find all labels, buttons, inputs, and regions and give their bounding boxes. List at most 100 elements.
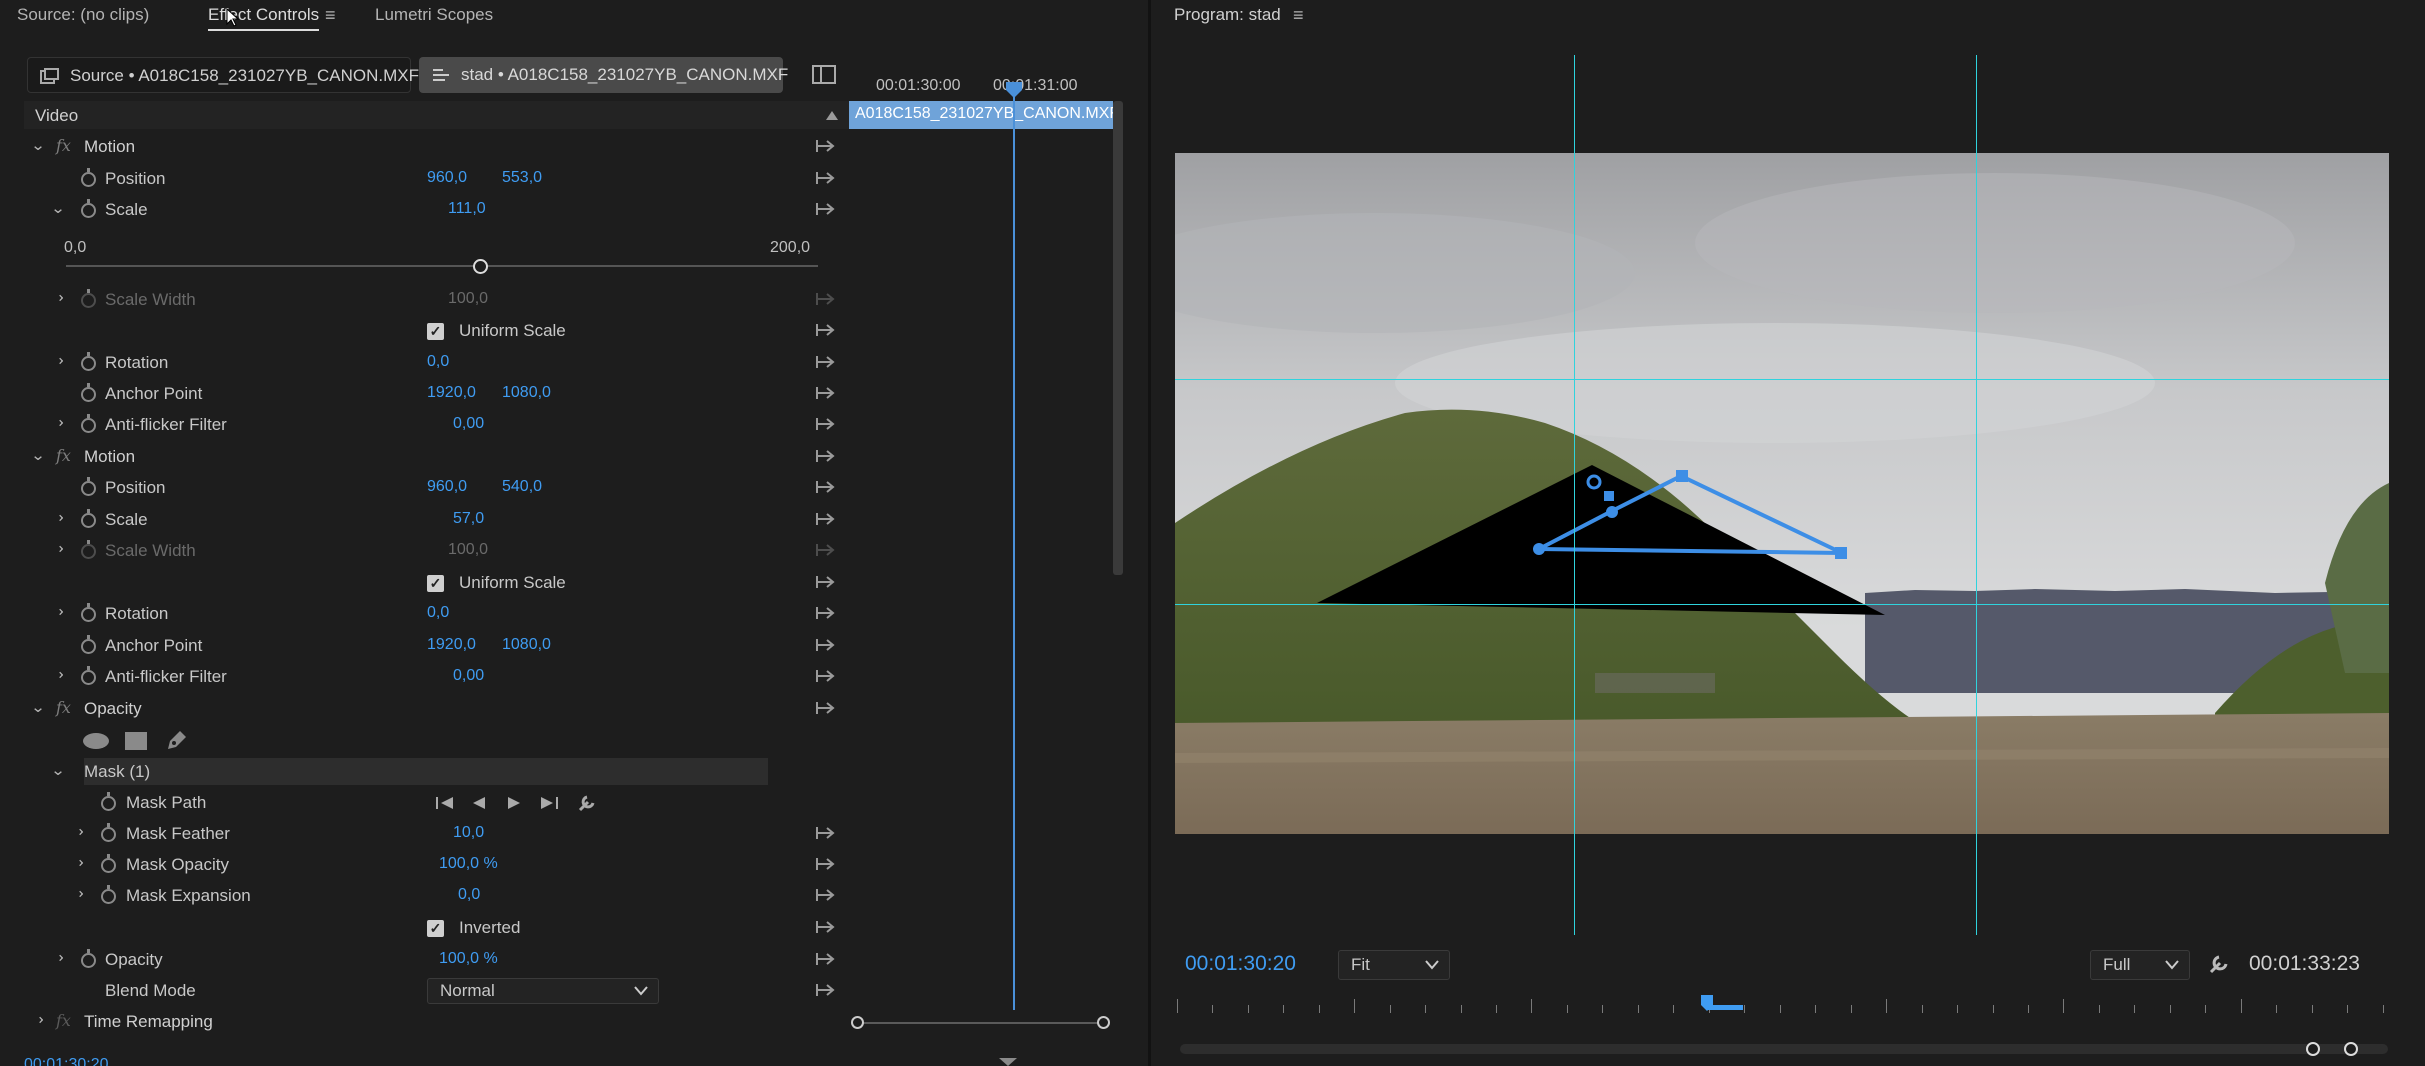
program-monitor-title[interactable]: Program: stad (1174, 5, 1281, 25)
motion-effect-row[interactable]: ⌄ fx Motion (24, 131, 848, 162)
reset-icon[interactable] (813, 824, 837, 842)
program-video-frame[interactable] (1175, 153, 2389, 834)
chevron-down-icon[interactable]: ⌄ (28, 136, 47, 154)
reset-icon[interactable] (813, 886, 837, 904)
stopwatch-icon[interactable] (81, 509, 96, 528)
reset-icon[interactable] (813, 200, 837, 218)
chevron-right-icon[interactable]: ⌄ (49, 510, 67, 526)
guide-horizontal-top[interactable] (1175, 379, 2389, 380)
reset-icon[interactable] (813, 918, 837, 936)
stopwatch-icon[interactable] (101, 854, 116, 873)
zoom-scroll-handle-left[interactable] (2306, 1042, 2320, 1056)
reset-icon[interactable] (813, 137, 837, 155)
stopwatch-icon[interactable] (81, 352, 96, 371)
uniform-scale-checkbox[interactable]: ✓ (427, 323, 444, 340)
wrench-icon[interactable] (577, 793, 597, 813)
reset-icon[interactable] (813, 573, 837, 591)
effect-controls-timecode[interactable]: 00:01:30:20 (24, 1056, 109, 1066)
stopwatch-icon[interactable] (81, 635, 96, 654)
reset-icon[interactable] (813, 415, 837, 433)
blend-mode-dropdown[interactable]: Normal (427, 978, 659, 1004)
timeline-zoom-handle-left[interactable] (851, 1016, 864, 1029)
reset-icon[interactable] (813, 321, 837, 339)
chevron-right-icon[interactable]: ⌄ (29, 1012, 47, 1028)
time-remapping-row[interactable]: ⌄ fx Time Remapping (24, 1006, 848, 1037)
zoom-fit-dropdown[interactable]: Fit (1338, 950, 1450, 980)
ellipse-mask-icon[interactable] (82, 732, 110, 750)
reset-icon[interactable] (813, 699, 837, 717)
program-playhead-icon[interactable] (1699, 993, 1747, 1017)
chevron-down-icon[interactable]: ⌄ (28, 446, 47, 464)
scale-value[interactable]: 57,0 (453, 510, 484, 528)
reset-icon[interactable] (813, 447, 837, 465)
reset-icon[interactable] (813, 169, 837, 187)
reset-icon[interactable] (813, 855, 837, 873)
collapse-up-icon[interactable] (825, 109, 839, 121)
stopwatch-icon[interactable] (81, 414, 96, 433)
chevron-right-icon[interactable]: ⌄ (69, 824, 87, 840)
timeline-clip-bar[interactable]: A018C158_231027YB_CANON.MXF (849, 101, 1113, 129)
chevron-down-icon[interactable]: ⌄ (48, 199, 67, 217)
reset-icon[interactable] (813, 384, 837, 402)
mask-feather-value[interactable]: 10,0 (453, 824, 484, 842)
rotation-value[interactable]: 0,0 (427, 353, 449, 371)
track-backward-icon[interactable] (435, 795, 455, 811)
chevron-right-icon[interactable]: ⌄ (49, 415, 67, 431)
panel-divider[interactable] (1148, 0, 1151, 1066)
anchor-x-value[interactable]: 1920,0 (427, 384, 476, 402)
reset-icon[interactable] (813, 667, 837, 685)
fx-badge-icon[interactable]: fx (56, 698, 71, 717)
stopwatch-icon[interactable] (101, 885, 116, 904)
scale-slider-track[interactable] (66, 265, 818, 267)
chevron-right-icon[interactable]: ⌄ (49, 667, 67, 683)
scale-value[interactable]: 111,0 (448, 200, 486, 218)
settings-wrench-icon[interactable] (2208, 953, 2230, 975)
stopwatch-icon[interactable] (81, 603, 96, 622)
timeline-zoom-track[interactable] (857, 1022, 1105, 1024)
chevron-down-icon[interactable]: ⌄ (28, 698, 47, 716)
tab-lumetri-scopes[interactable]: Lumetri Scopes (375, 5, 493, 25)
position-x-value[interactable]: 960,0 (427, 478, 467, 496)
playback-resolution-dropdown[interactable]: Full (2090, 950, 2190, 980)
chevron-right-icon[interactable]: ⌄ (49, 604, 67, 620)
position-y-value[interactable]: 540,0 (502, 478, 542, 496)
rectangle-mask-icon[interactable] (124, 731, 148, 751)
filter-icon[interactable] (998, 1057, 1018, 1066)
effect-timeline[interactable] (849, 93, 1125, 1023)
timeline-scrollbar[interactable] (1113, 101, 1123, 575)
timeline-zoom-handle-right[interactable] (1097, 1016, 1110, 1029)
track-forward-frame-icon[interactable] (506, 795, 522, 811)
chevron-right-icon[interactable]: ⌄ (69, 886, 87, 902)
pen-mask-icon[interactable] (164, 729, 188, 753)
scale-slider-handle[interactable] (473, 259, 488, 274)
guide-horizontal-bottom[interactable] (1175, 604, 2389, 605)
zoom-scroll-handle-right[interactable] (2344, 1042, 2358, 1056)
stopwatch-icon[interactable] (101, 823, 116, 842)
reset-icon[interactable] (813, 604, 837, 622)
chevron-down-icon[interactable]: ⌄ (48, 761, 67, 779)
fx-badge-icon[interactable]: fx (56, 446, 71, 465)
mask-opacity-value[interactable]: 100,0 % (439, 855, 498, 873)
program-zoom-scrollbar[interactable] (1180, 1044, 2388, 1054)
anchor-y-value[interactable]: 1080,0 (502, 384, 551, 402)
uniform-scale-checkbox[interactable]: ✓ (427, 575, 444, 592)
stopwatch-icon[interactable] (81, 477, 96, 496)
chevron-right-icon[interactable]: ⌄ (49, 353, 67, 369)
program-menu-icon[interactable]: ≡ (1293, 5, 1304, 26)
chevron-right-icon[interactable]: ⌄ (69, 855, 87, 871)
source-clip-tab[interactable]: Source • A018C158_231027YB_CANON.MXF (27, 57, 419, 93)
stopwatch-icon[interactable] (81, 383, 96, 402)
position-y-value[interactable]: 553,0 (502, 169, 542, 187)
rotation-value[interactable]: 0,0 (427, 604, 449, 622)
anchor-x-value[interactable]: 1920,0 (427, 636, 476, 654)
tab-source[interactable]: Source: (no clips) (17, 5, 149, 25)
anchor-y-value[interactable]: 1080,0 (502, 636, 551, 654)
tab-effect-controls[interactable]: Effect Controls (208, 5, 320, 31)
reset-icon[interactable] (813, 950, 837, 968)
chevron-right-icon[interactable]: ⌄ (49, 950, 67, 966)
inverted-checkbox[interactable]: ✓ (427, 920, 444, 937)
guide-vertical-left[interactable] (1574, 55, 1575, 935)
fx-badge-icon[interactable]: fx (56, 136, 71, 155)
program-current-timecode[interactable]: 00:01:30:20 (1185, 952, 1296, 976)
anti-flicker-value[interactable]: 0,00 (453, 667, 484, 685)
